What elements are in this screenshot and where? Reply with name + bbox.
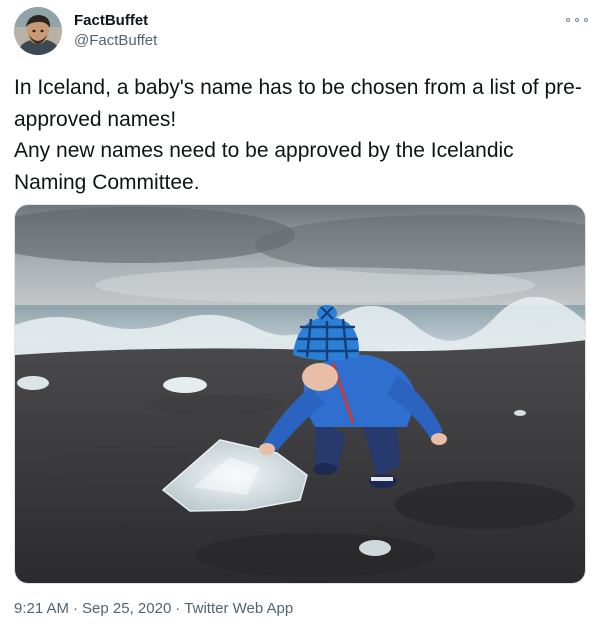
tweet-text: In Iceland, a baby's name has to be chos… <box>14 72 586 198</box>
avatar[interactable] <box>14 7 62 55</box>
tweet-photo[interactable] <box>14 204 586 584</box>
more-options-button[interactable] <box>566 12 588 28</box>
more-dot-icon <box>566 18 570 22</box>
more-dot-icon <box>575 18 579 22</box>
more-dot-icon <box>584 18 588 22</box>
user-handle[interactable]: @FactBuffet <box>74 32 157 49</box>
tweet-source[interactable]: Twitter Web App <box>184 600 293 617</box>
tweet-text-line: Any new names need to be approved by the… <box>14 139 514 194</box>
tweet-text-line: In Iceland, a baby's name has to be chos… <box>14 76 582 131</box>
meta-separator: · <box>175 600 181 617</box>
tweet-date[interactable]: Sep 25, 2020 <box>82 600 171 617</box>
tweet-time[interactable]: 9:21 AM <box>14 600 69 617</box>
display-name[interactable]: FactBuffet <box>74 12 148 29</box>
beach-photo-image <box>15 205 585 583</box>
tweet-meta: 9:21 AM · Sep 25, 2020 · Twitter Web App <box>14 600 293 617</box>
tweet-card: FactBuffet @FactBuffet In Iceland, a bab… <box>0 0 600 627</box>
user-avatar-icon <box>14 7 62 55</box>
meta-separator: · <box>73 600 79 617</box>
